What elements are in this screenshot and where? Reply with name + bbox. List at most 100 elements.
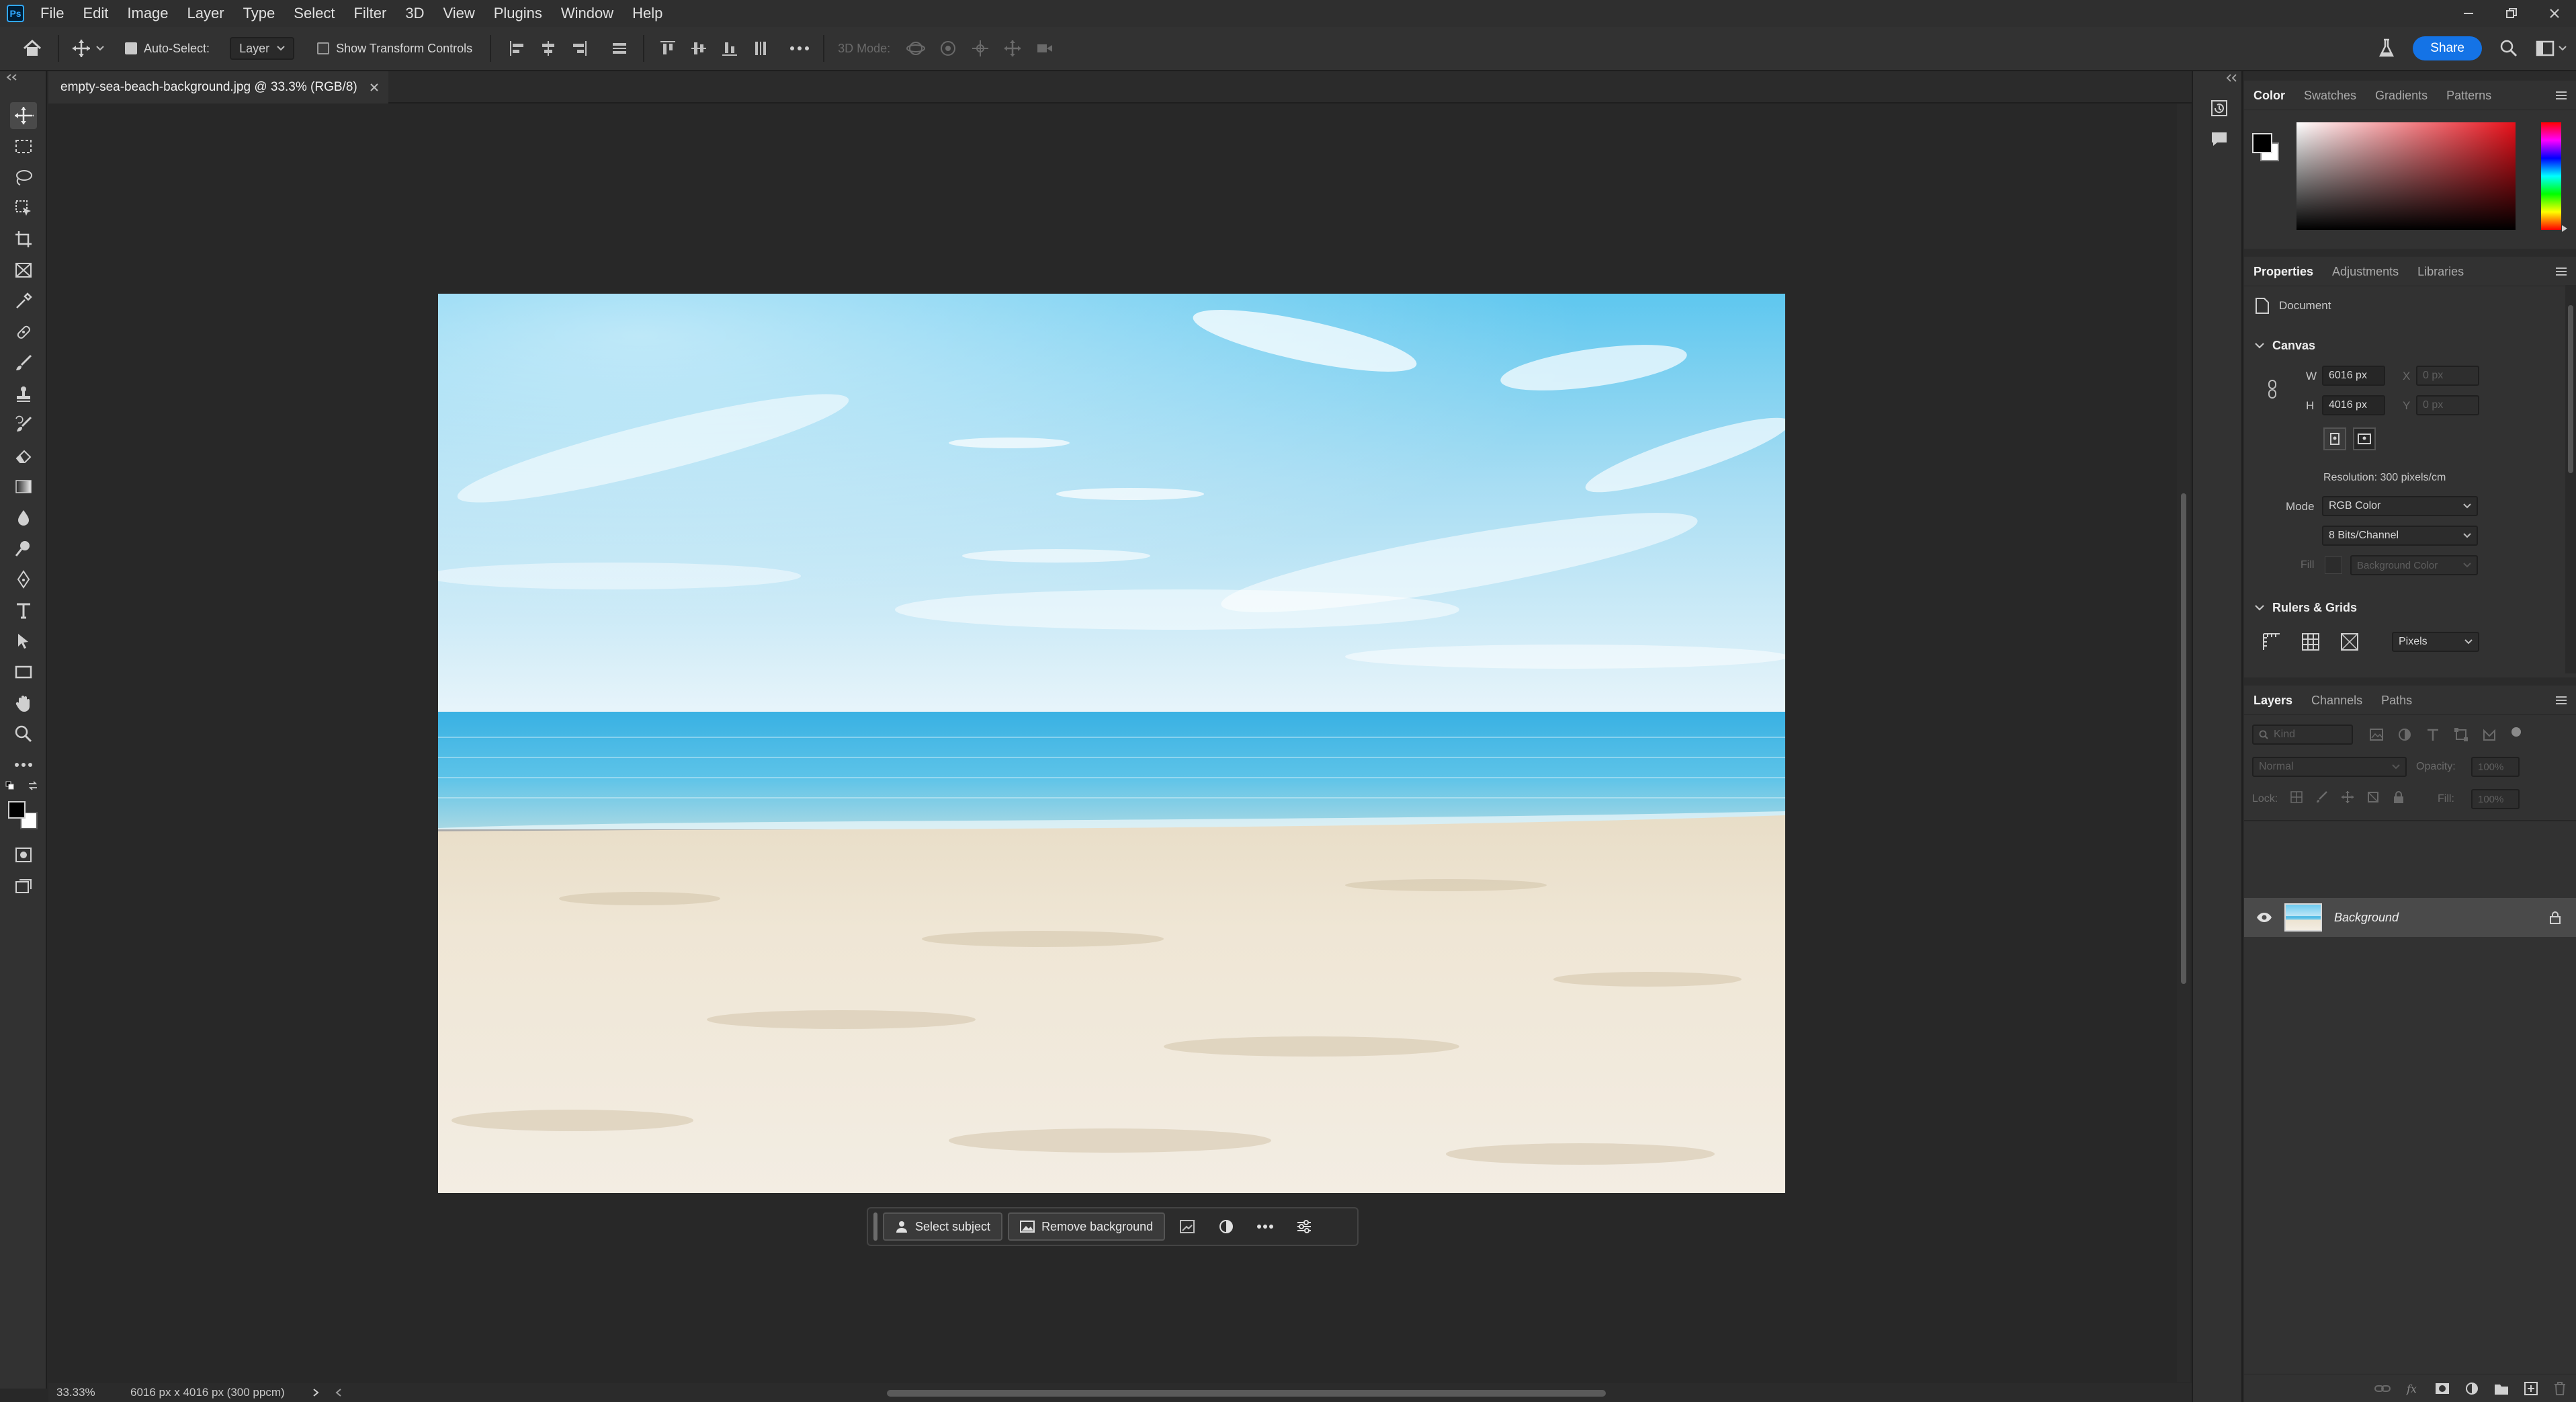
lock-position-icon[interactable] <box>2341 790 2354 804</box>
clone-stamp-tool-button[interactable] <box>10 380 37 407</box>
panel-menu-icon[interactable] <box>2554 266 2568 277</box>
share-button[interactable]: Share <box>2413 36 2482 60</box>
workspace-switcher[interactable] <box>2536 40 2567 56</box>
fx-icon[interactable]: fx <box>2405 1382 2420 1395</box>
blend-mode-dropdown[interactable]: Normal <box>2252 757 2407 777</box>
transform-image-button[interactable] <box>1170 1212 1204 1241</box>
home-icon[interactable] <box>19 35 46 62</box>
close-window-button[interactable] <box>2533 0 2576 27</box>
task-bar-grip[interactable] <box>873 1212 877 1241</box>
link-layers-icon[interactable] <box>2374 1384 2391 1393</box>
path-selection-tool-button[interactable] <box>10 628 37 655</box>
layer-lock-icon[interactable] <box>2549 911 2561 924</box>
chevron-right-icon[interactable] <box>312 1388 320 1397</box>
marquee-tool-button[interactable] <box>10 133 37 160</box>
history-panel-button[interactable] <box>2206 95 2232 121</box>
brush-tool-button[interactable] <box>10 349 37 376</box>
task-bar-settings-button[interactable] <box>1287 1212 1321 1241</box>
healing-brush-tool-button[interactable] <box>10 319 37 345</box>
menu-file[interactable]: File <box>31 0 73 27</box>
menu-filter[interactable]: Filter <box>344 0 396 27</box>
filter-adjustment-icon[interactable] <box>2397 727 2412 742</box>
tab-color[interactable]: Color <box>2244 81 2294 110</box>
tab-patterns[interactable]: Patterns <box>2437 81 2501 110</box>
menu-edit[interactable]: Edit <box>73 0 118 27</box>
menu-type[interactable]: Type <box>234 0 285 27</box>
minimize-button[interactable] <box>2447 0 2490 27</box>
lasso-tool-button[interactable] <box>10 164 37 191</box>
select-subject-button[interactable]: Select subject <box>883 1212 1003 1241</box>
rulers-icon[interactable] <box>2262 632 2282 652</box>
color-field[interactable] <box>2296 122 2516 230</box>
layer-row-background[interactable]: Background <box>2244 898 2576 937</box>
x-field[interactable]: 0 px <box>2416 366 2479 386</box>
fill-dropdown[interactable]: Background Color <box>2350 555 2478 575</box>
foreground-color-swatch[interactable] <box>8 801 26 819</box>
menu-image[interactable]: Image <box>118 0 177 27</box>
hue-slider[interactable] <box>2541 122 2561 230</box>
lock-pixels-icon[interactable] <box>2315 790 2329 804</box>
layer-name[interactable]: Background <box>2334 911 2399 925</box>
landscape-orientation-button[interactable] <box>2353 427 2376 450</box>
rectangle-tool-button[interactable] <box>10 659 37 686</box>
width-field[interactable]: 6016 px <box>2322 366 2385 386</box>
hue-slider-handle[interactable] <box>2561 224 2568 233</box>
more-options-icon[interactable] <box>789 45 810 52</box>
lock-transparency-icon[interactable] <box>2290 790 2303 804</box>
align-right-icon[interactable] <box>570 40 588 57</box>
chevron-down-icon[interactable] <box>95 45 105 52</box>
default-colors-icon[interactable] <box>5 781 15 790</box>
zoom-level[interactable]: 33.33% <box>56 1386 130 1399</box>
color-mode-dropdown[interactable]: RGB Color <box>2322 496 2478 516</box>
tab-swatches[interactable]: Swatches <box>2294 81 2366 110</box>
rulers-grids-section-header[interactable]: Rulers & Grids <box>2255 601 2357 615</box>
opacity-field[interactable]: 100% <box>2471 757 2520 777</box>
object-selection-tool-button[interactable] <box>10 195 37 222</box>
comments-panel-button[interactable] <box>2206 126 2232 152</box>
distribute-vertical-icon[interactable] <box>611 40 628 57</box>
filter-smart-object-icon[interactable] <box>2482 727 2497 742</box>
zoom-tool-button[interactable] <box>10 720 37 747</box>
new-group-icon[interactable] <box>2494 1382 2509 1395</box>
menu-view[interactable]: View <box>433 0 484 27</box>
blur-tool-button[interactable] <box>10 504 37 531</box>
tab-paths[interactable]: Paths <box>2372 686 2421 715</box>
document-tab[interactable]: empty-sea-beach-background.jpg @ 33.3% (… <box>48 71 388 104</box>
menu-window[interactable]: Window <box>552 0 623 27</box>
filter-pixel-icon[interactable] <box>2369 727 2384 742</box>
more-actions-button[interactable] <box>1248 1212 1282 1241</box>
move-tool-button[interactable] <box>10 102 37 129</box>
portrait-orientation-button[interactable] <box>2323 427 2346 450</box>
auto-select-dropdown[interactable]: Layer <box>230 37 295 60</box>
properties-scrollbar-thumb[interactable] <box>2568 305 2573 473</box>
align-bottom-icon[interactable] <box>721 40 738 57</box>
delete-layer-icon[interactable] <box>2553 1381 2567 1396</box>
tab-layers[interactable]: Layers <box>2244 686 2302 715</box>
remove-background-button[interactable]: Remove background <box>1008 1212 1166 1241</box>
horizontal-scrollbar-thumb[interactable] <box>887 1390 1606 1397</box>
align-top-icon[interactable] <box>659 40 677 57</box>
slide-3d-icon[interactable] <box>1003 39 1022 58</box>
layer-mask-icon[interactable] <box>2435 1382 2450 1395</box>
panel-menu-icon[interactable] <box>2554 695 2568 706</box>
drag-3d-icon[interactable] <box>971 39 990 58</box>
filter-type-icon[interactable] <box>2425 727 2440 742</box>
height-field[interactable]: 4016 px <box>2322 395 2385 415</box>
eye-visibility-icon[interactable] <box>2256 912 2272 923</box>
history-brush-tool-button[interactable] <box>10 411 37 438</box>
menu-layer[interactable]: Layer <box>178 0 234 27</box>
grid-icon[interactable] <box>2301 632 2321 652</box>
swap-colors-icon[interactable] <box>27 780 39 792</box>
link-dimensions-icon[interactable] <box>2267 379 2278 399</box>
hand-tool-button[interactable] <box>10 690 37 716</box>
quick-mask-button[interactable] <box>10 841 37 868</box>
eraser-tool-button[interactable] <box>10 442 37 469</box>
eyedropper-tool-button[interactable] <box>10 288 37 315</box>
scale-3d-icon[interactable] <box>1035 39 1054 58</box>
screen-mode-button[interactable] <box>10 872 37 899</box>
filter-toggle[interactable] <box>2511 727 2521 737</box>
panel-menu-icon[interactable] <box>2554 90 2568 101</box>
distribute-horizontal-icon[interactable] <box>752 40 769 57</box>
pen-tool-button[interactable] <box>10 566 37 593</box>
tab-libraries[interactable]: Libraries <box>2408 257 2473 286</box>
